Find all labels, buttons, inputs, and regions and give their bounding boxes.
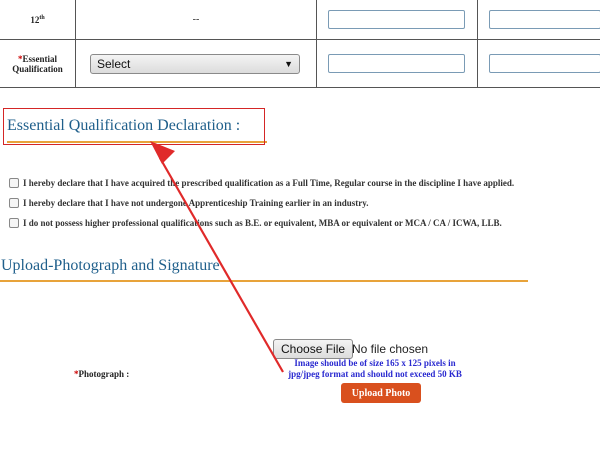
arrow-head [150, 141, 175, 164]
annotation-arrow [150, 141, 284, 373]
arrow-shaft [159, 157, 284, 373]
